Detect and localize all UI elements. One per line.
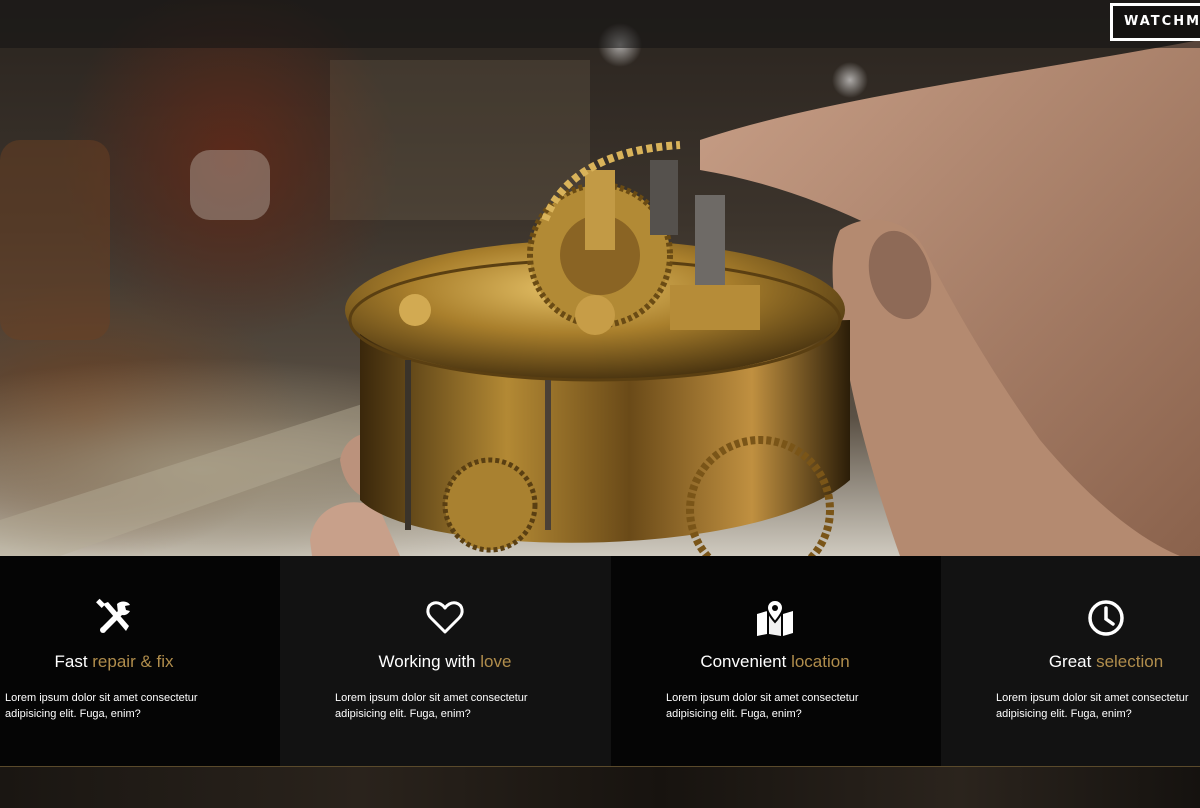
feature-title-plain: Convenient <box>700 652 792 671</box>
feature-description: Lorem ipsum dolor sit amet consectetur a… <box>996 692 1189 720</box>
feature-title-accent: love <box>480 652 512 671</box>
feature-title: Great selection <box>1049 652 1163 672</box>
feature-card-love: Working with love Lorem ipsum dolor sit … <box>280 556 611 766</box>
feature-card-repair: Fast repair & fix Lorem ipsum dolor sit … <box>0 556 280 766</box>
feature-description: Lorem ipsum dolor sit amet consectetur a… <box>5 692 198 720</box>
features-section: Fast repair & fix Lorem ipsum dolor sit … <box>0 556 1200 767</box>
map-icon <box>757 598 793 636</box>
feature-card-location: Convenient location Lorem ipsum dolor si… <box>611 556 941 766</box>
feature-title-accent: repair & fix <box>92 652 174 671</box>
site-logo-button[interactable]: WATCHMA <box>1110 3 1200 41</box>
feature-title-accent: location <box>791 652 850 671</box>
heart-icon <box>426 601 464 634</box>
clock-icon <box>1088 600 1124 636</box>
feature-title-plain: Great <box>1048 652 1097 671</box>
feature-title-plain: Working with <box>378 652 481 671</box>
hero-image <box>0 0 1200 556</box>
feature-title-plain: Fast <box>54 652 93 671</box>
feature-title: Fast repair & fix <box>54 652 173 672</box>
watch-movement-illustration <box>0 23 1200 556</box>
feature-card-selection: Great selection Lorem ipsum dolor sit am… <box>941 556 1200 766</box>
next-section-background <box>0 767 1200 808</box>
top-navigation-bar: WATCHMA <box>0 0 1200 48</box>
feature-description: Lorem ipsum dolor sit amet consectetur a… <box>335 692 528 720</box>
feature-title: Working with love <box>379 652 512 672</box>
feature-title: Convenient location <box>700 652 849 672</box>
feature-title-accent: selection <box>1096 652 1164 671</box>
feature-description: Lorem ipsum dolor sit amet consectetur a… <box>666 692 859 720</box>
tools-icon <box>96 598 130 633</box>
